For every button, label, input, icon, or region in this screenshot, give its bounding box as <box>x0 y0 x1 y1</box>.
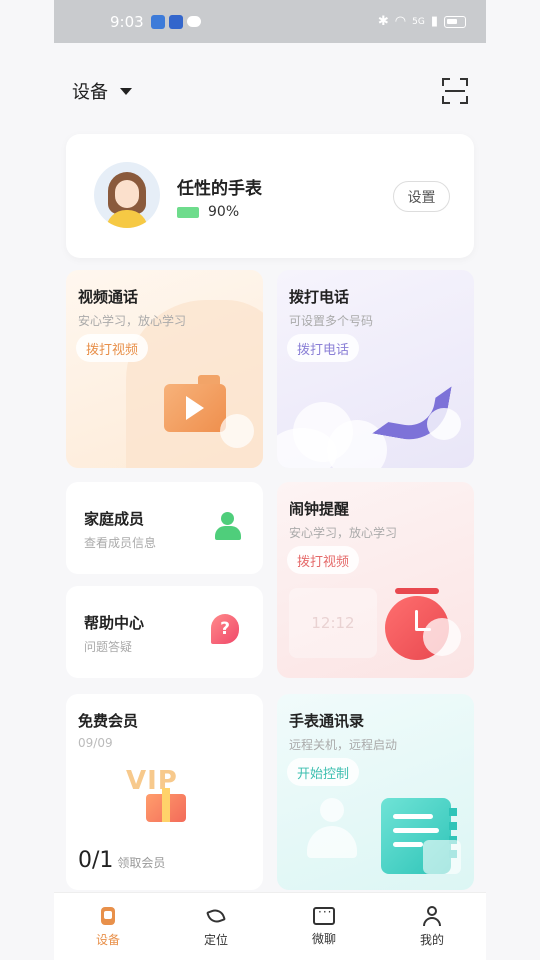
card-title: 闹钟提醒 <box>289 500 350 518</box>
phone-call-button[interactable]: 拨打电话 <box>287 334 360 362</box>
card-title: 帮助中心 <box>84 614 145 632</box>
bubble-decoration <box>220 414 254 448</box>
scan-icon[interactable] <box>442 78 468 104</box>
video-call-card[interactable]: 视频通话 安心学习，放心学习 拨打视频 <box>66 270 263 468</box>
bubble-decoration <box>427 408 461 440</box>
profile-card[interactable]: 任性的手表 90% 设置 <box>66 134 474 258</box>
card-subtitle: 可设置多个号码 <box>289 314 374 328</box>
card-title: 免费会员 <box>78 712 139 730</box>
device-selector-label: 设备 <box>72 82 108 103</box>
bubble-decoration <box>423 618 461 656</box>
alarm-reminder-card[interactable]: 闹钟提醒 安心学习，放心学习 拨打视频 12:12 <box>277 482 474 678</box>
device-selector[interactable]: 设备 <box>72 78 132 104</box>
status-right: ✱ ◠ 5G ▮ <box>378 14 466 29</box>
network-label: 5G <box>412 16 425 27</box>
card-title: 手表通讯录 <box>289 712 365 730</box>
card-subtitle: 查看成员信息 <box>84 536 157 550</box>
message-notification-icon <box>186 16 201 27</box>
tab-location[interactable]: 定位 <box>162 893 270 960</box>
question-icon: ? <box>211 614 239 644</box>
tab-label: 微聊 <box>311 931 336 946</box>
security-notification-icon <box>168 14 183 29</box>
watch-contacts-card[interactable]: 手表通讯录 远程关机，远程启动 开始控制 <box>277 694 474 890</box>
tab-label: 定位 <box>203 932 228 947</box>
battery-level-icon <box>177 206 199 218</box>
card-subtitle: 问题答疑 <box>84 640 133 654</box>
video-play-icon <box>164 384 226 432</box>
wifi-icon: ◠ <box>394 14 407 29</box>
location-arrow-icon <box>206 906 226 926</box>
status-time: 9:03 <box>110 12 144 31</box>
vip-claim-label: 领取会员 <box>117 856 166 870</box>
tab-label: 设备 <box>95 932 120 947</box>
status-bar: 9:03 ✱ ◠ 5G ▮ <box>54 0 486 43</box>
tab-profile[interactable]: 我的 <box>378 893 486 960</box>
header: 设备 <box>72 73 468 109</box>
battery-percent: 90% <box>208 204 240 220</box>
vip-badge-text: VIP <box>126 766 178 796</box>
clock-display: 12:12 <box>289 588 377 658</box>
status-left: 9:03 <box>110 13 201 31</box>
person-decoration <box>307 798 357 858</box>
video-call-button[interactable]: 拨打视频 <box>76 334 149 362</box>
card-title: 家庭成员 <box>84 510 145 528</box>
vip-claim[interactable]: 0/1 领取会员 <box>78 848 165 873</box>
battery-icon <box>444 15 466 28</box>
family-members-card[interactable]: 家庭成员 查看成员信息 <box>66 482 263 574</box>
signal-icon: ▮ <box>430 14 438 29</box>
start-control-button[interactable]: 开始控制 <box>287 758 360 786</box>
chat-icon <box>313 905 335 925</box>
card-subtitle: 安心学习，放心学习 <box>289 526 398 540</box>
person-icon <box>213 512 241 542</box>
app-screen: 设备 任性的手表 90% 设置 视频通话 安心学习，放心学习 拨打视频 拨打电话 <box>54 43 486 960</box>
vip-count: 0/1 <box>78 848 114 873</box>
battery-status: 90% <box>177 204 239 220</box>
device-name: 任性的手表 <box>177 179 262 199</box>
alarm-action-button[interactable]: 拨打视频 <box>287 546 360 574</box>
user-icon <box>422 905 442 926</box>
vip-gift-icon: VIP <box>126 766 206 826</box>
vip-date: 09/09 <box>78 736 113 750</box>
bluetooth-icon: ✱ <box>377 14 389 29</box>
settings-button[interactable]: 设置 <box>393 181 450 212</box>
free-vip-card[interactable]: 免费会员 09/09 VIP 0/1 领取会员 <box>66 694 263 890</box>
caret-down-icon <box>120 87 132 95</box>
card-title: 视频通话 <box>78 288 139 306</box>
app-notification-icon <box>150 14 165 29</box>
help-center-card[interactable]: 帮助中心 问题答疑 ? <box>66 586 263 678</box>
tab-label: 我的 <box>419 932 444 947</box>
bottom-tab-bar: 设备 定位 微聊 我的 <box>54 892 486 960</box>
watch-icon <box>101 906 115 925</box>
avatar <box>94 162 160 228</box>
tab-chat[interactable]: 微聊 <box>270 893 378 960</box>
card-title: 拨打电话 <box>289 288 350 306</box>
card-subtitle: 安心学习，放心学习 <box>78 314 187 328</box>
tab-device[interactable]: 设备 <box>54 893 162 960</box>
phone-call-card[interactable]: 拨打电话 可设置多个号码 拨打电话 <box>277 270 474 468</box>
card-subtitle: 远程关机，远程启动 <box>289 738 398 752</box>
